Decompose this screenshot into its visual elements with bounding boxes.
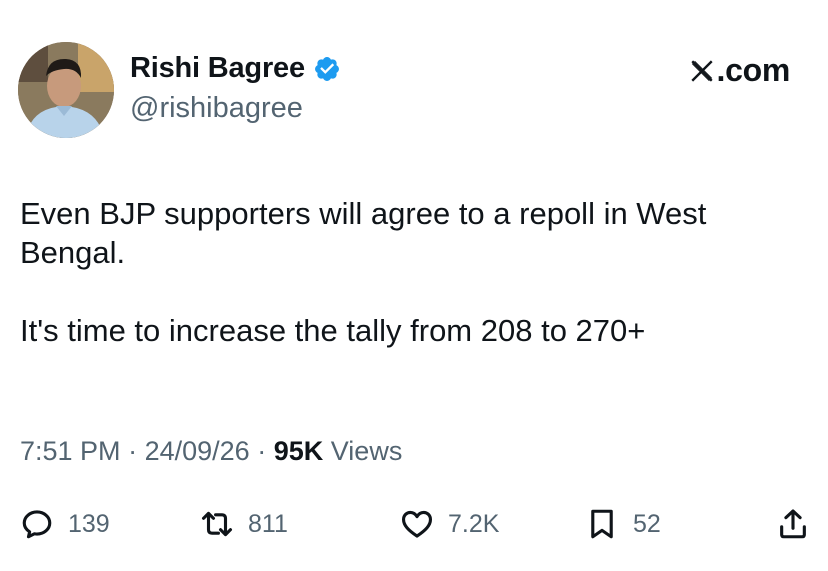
- avatar[interactable]: [18, 42, 114, 138]
- meta-separator: ·: [128, 436, 138, 466]
- x-logo-icon: [689, 58, 715, 84]
- avatar-image: [18, 42, 114, 138]
- author-name-row[interactable]: Rishi Bagree: [130, 52, 341, 85]
- bookmark-count: 52: [633, 509, 661, 538]
- like-icon: [401, 510, 433, 538]
- reply-count: 139: [68, 509, 110, 538]
- site-logo-text: .com: [716, 52, 791, 88]
- like-button[interactable]: 7.2K: [400, 504, 499, 544]
- share-icon: [780, 509, 806, 539]
- repost-icon: [201, 511, 233, 537]
- tweet-paragraph: It's time to increase the tally from 208…: [20, 313, 646, 348]
- reply-button[interactable]: 139: [20, 504, 110, 544]
- tweet-time[interactable]: 7:51 PM: [20, 436, 121, 466]
- site-logo: .com: [689, 52, 791, 89]
- tweet-meta: 7:51 PM · 24/09/26 · 95K Views: [20, 436, 402, 467]
- bookmark-button[interactable]: 52: [585, 504, 661, 544]
- repost-button[interactable]: 811: [200, 504, 288, 544]
- views-label: Views: [330, 436, 403, 466]
- repost-count: 811: [248, 509, 288, 538]
- like-count: 7.2K: [448, 509, 500, 538]
- share-button[interactable]: [776, 504, 810, 544]
- author-name[interactable]: Rishi Bagree: [130, 52, 305, 85]
- meta-separator: ·: [257, 436, 267, 466]
- bookmark-icon: [591, 509, 613, 539]
- tweet-text: Even BJP supporters will agree to a repo…: [20, 194, 810, 350]
- action-bar: 139 811 7.2K 52: [20, 504, 810, 544]
- tweet-date[interactable]: 24/09/26: [145, 436, 250, 466]
- reply-icon: [22, 510, 52, 539]
- verified-badge-icon: [313, 55, 341, 83]
- views-count: 95K: [273, 436, 324, 466]
- author-handle[interactable]: @rishibagree: [130, 92, 303, 125]
- tweet-paragraph: Even BJP supporters will agree to a repo…: [20, 196, 707, 270]
